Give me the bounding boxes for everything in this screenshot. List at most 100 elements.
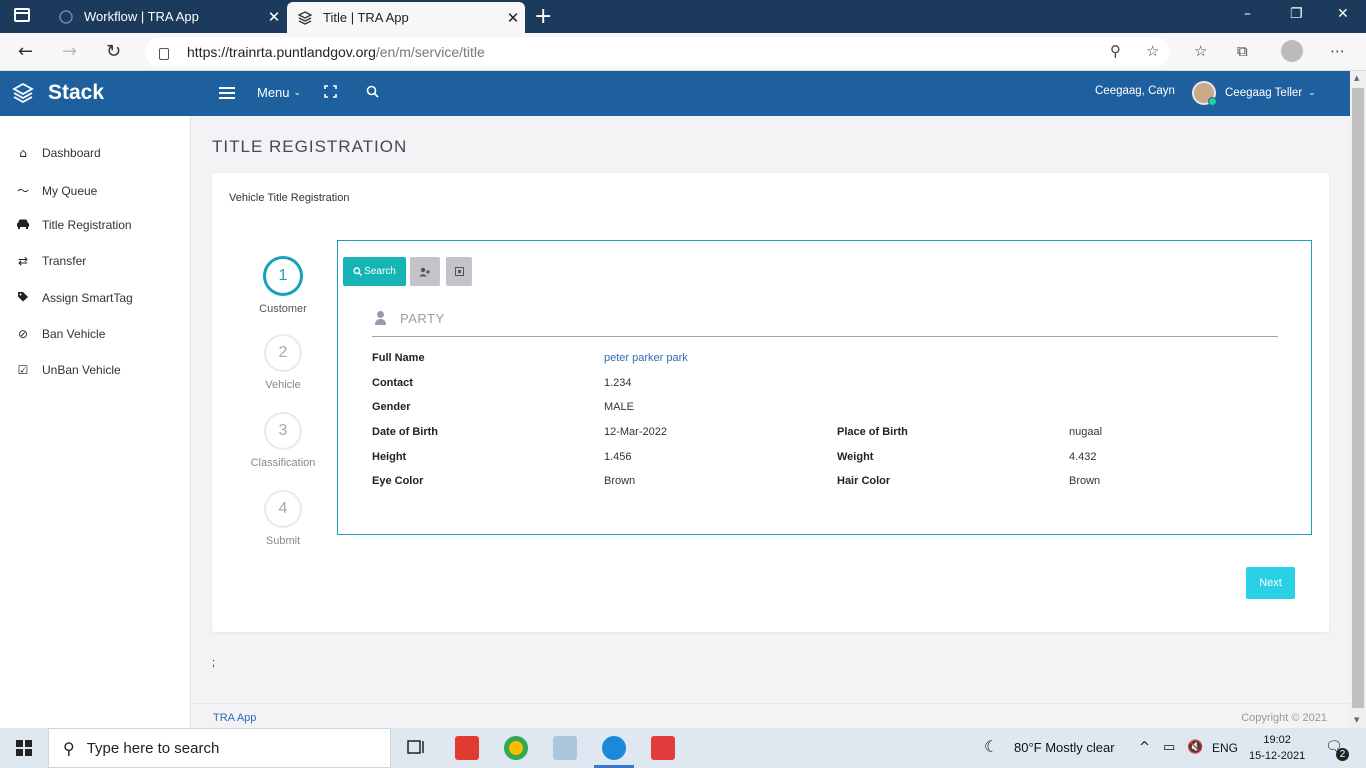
window-close-icon[interactable]: ✕ <box>1337 6 1349 22</box>
scrollbar-thumb[interactable] <box>1352 88 1364 708</box>
scroll-up-icon[interactable]: ▲ <box>1354 74 1359 82</box>
search-icon[interactable] <box>366 85 379 98</box>
sidebar-item-dashboard[interactable]: ⌂ Dashboard <box>16 146 101 160</box>
id-card-button[interactable] <box>446 257 472 286</box>
fullscreen-icon[interactable] <box>324 85 337 98</box>
brand-name: Stack <box>48 81 105 104</box>
wizard-step-classification[interactable]: 3 Classification <box>238 412 328 469</box>
wps-icon[interactable] <box>651 736 675 760</box>
stray-text: ; <box>212 657 216 669</box>
sidebar-item-unban-vehicle[interactable]: ☑ UnBan Vehicle <box>16 363 121 377</box>
close-icon[interactable]: ✕ <box>262 8 286 26</box>
full-name-value[interactable]: peter parker park <box>604 352 688 364</box>
chrome-icon[interactable] <box>504 736 528 760</box>
menu-dropdown[interactable]: Menu ⌄ <box>257 85 301 100</box>
refresh-icon[interactable]: ↻ <box>106 41 121 62</box>
height-value: 1.456 <box>604 451 632 463</box>
browser-tab-title[interactable]: Title | TRA App ✕ <box>287 2 525 33</box>
home-icon: ⌂ <box>19 146 27 160</box>
page-scrollbar[interactable]: ▲ ▼ <box>1350 71 1366 728</box>
search-icon: ⚲ <box>63 738 75 758</box>
taskbar-search[interactable]: ⚲ Type here to search <box>48 728 391 768</box>
sidebar-item-label: Title Registration <box>42 218 132 232</box>
close-icon[interactable]: ✕ <box>501 9 525 27</box>
address-bar: ← → ↻ https://trainrta.puntlandgov.org/e… <box>0 33 1366 71</box>
eye-color-value: Brown <box>604 475 636 487</box>
sidebar-item-assign-smarttag[interactable]: Assign SmartTag <box>16 291 133 305</box>
task-view-icon[interactable] <box>405 736 429 760</box>
sidebar-item-transfer[interactable]: ⇄ Transfer <box>16 254 86 268</box>
volume-muted-icon[interactable]: 🔇 <box>1187 740 1203 755</box>
sidebar-item-label: UnBan Vehicle <box>42 363 121 377</box>
tray-chevron-icon[interactable]: ^ <box>1139 740 1150 755</box>
battery-icon[interactable]: ▭ <box>1163 740 1175 755</box>
tab-label: Workflow | TRA App <box>84 9 199 24</box>
globe-icon <box>58 9 74 25</box>
gender-value: MALE <box>604 401 634 413</box>
tab-label: Title | TRA App <box>323 10 409 25</box>
step-label: Vehicle <box>265 379 301 391</box>
wizard-step-submit[interactable]: 4 Submit <box>238 490 328 547</box>
notepad-icon[interactable] <box>553 736 577 760</box>
contact-value: 1.234 <box>604 377 632 389</box>
hamburger-icon[interactable] <box>219 87 235 99</box>
pob-value: nugaal <box>1069 426 1103 438</box>
wizard-step-vehicle[interactable]: 2 Vehicle <box>238 334 328 391</box>
user-name: Ceegaag Teller <box>1225 87 1303 99</box>
edge-icon[interactable] <box>594 736 634 768</box>
user-menu[interactable]: Ceegaag Teller ⌄ <box>1192 81 1316 106</box>
favorites-icon[interactable]: ☆ <box>1194 42 1207 60</box>
sidebar-item-label: My Queue <box>42 183 98 198</box>
id-card-icon <box>454 267 464 276</box>
step-number: 2 <box>264 334 302 372</box>
scroll-down-icon[interactable]: ▼ <box>1354 716 1359 724</box>
back-icon[interactable]: ← <box>18 41 33 62</box>
sidebar-item-ban-vehicle[interactable]: ⊘ Ban Vehicle <box>16 327 105 341</box>
weight-value: 4.432 <box>1069 451 1097 463</box>
minimize-icon[interactable]: – <box>1244 6 1251 22</box>
weather-text[interactable]: 80°F Mostly clear <box>1014 740 1115 755</box>
browser-tab-workflow[interactable]: Workflow | TRA App ✕ <box>48 0 286 33</box>
sidebar-item-title-registration[interactable]: Title Registration <box>16 218 132 232</box>
wizard-step-customer[interactable]: 1 Customer <box>238 256 328 315</box>
footer-copyright: Copyright © 2021 <box>1241 712 1327 724</box>
sidebar-item-label: Dashboard <box>42 146 101 160</box>
dob-label: Date of Birth <box>372 426 438 438</box>
add-user-button[interactable] <box>410 257 440 286</box>
menu-label: Menu <box>257 85 290 100</box>
restore-icon[interactable]: ❐ <box>1290 6 1303 22</box>
search-button[interactable]: Search <box>343 257 406 286</box>
pob-label: Place of Birth <box>837 426 908 438</box>
new-tab-icon[interactable]: + <box>534 4 552 29</box>
search-icon <box>353 267 363 276</box>
language-indicator[interactable]: ENG <box>1212 741 1238 755</box>
collections-icon[interactable]: ⧉ <box>1237 42 1248 60</box>
page-footer: TRA App Copyright © 2021 <box>192 703 1350 728</box>
brand[interactable]: Stack <box>12 81 104 105</box>
tab-actions-icon[interactable] <box>14 8 30 22</box>
add-favorite-icon[interactable]: ☆ <box>1146 42 1159 60</box>
contact-label: Contact <box>372 377 413 389</box>
next-button[interactable]: Next <box>1246 567 1295 599</box>
url-field[interactable]: https://trainrta.puntlandgov.org/en/m/se… <box>145 37 1169 67</box>
gender-label: Gender <box>372 401 411 413</box>
forward-icon[interactable]: → <box>62 41 77 62</box>
weight-label: Weight <box>837 451 874 463</box>
sidebar-item-my-queue[interactable]: 〜 My Queue <box>16 182 97 199</box>
layers-icon <box>297 10 313 26</box>
windows-start-icon[interactable] <box>16 740 32 756</box>
eye-color-label: Eye Color <box>372 475 424 487</box>
lock-icon <box>159 48 169 60</box>
search-button-label: Search <box>364 266 396 277</box>
profile-avatar[interactable] <box>1281 40 1303 62</box>
ban-icon: ⊘ <box>17 327 29 341</box>
footer-app-link[interactable]: TRA App <box>213 712 256 724</box>
customer-panel: Search PARTY Full Name peter parker park… <box>337 240 1312 535</box>
clock[interactable]: 19:02 15-12-2021 <box>1249 732 1305 764</box>
app-icon-red[interactable] <box>455 736 479 760</box>
check-square-icon: ☑ <box>17 363 29 377</box>
step-number: 3 <box>264 412 302 450</box>
url-text: https://trainrta.puntlandgov.org/en/m/se… <box>187 44 485 60</box>
zoom-icon[interactable]: ⚲ <box>1110 42 1121 60</box>
more-icon[interactable]: ⋯ <box>1330 42 1345 60</box>
